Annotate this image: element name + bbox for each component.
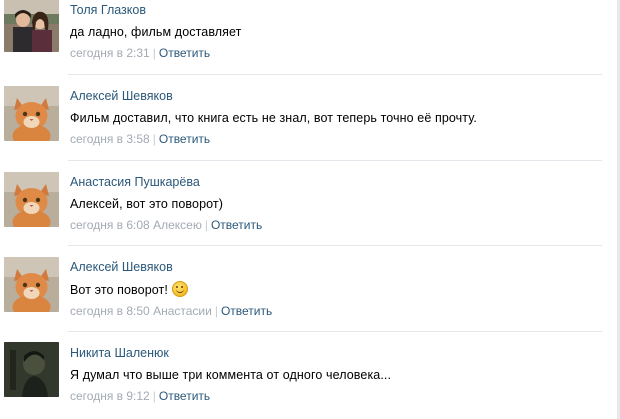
comment-divider bbox=[68, 245, 602, 246]
avatar[interactable] bbox=[4, 257, 59, 312]
comment-text: Алексей, вот это поворот) bbox=[70, 197, 224, 211]
comment-divider bbox=[68, 160, 602, 161]
meta-separator: | bbox=[152, 132, 156, 146]
meta-separator: | bbox=[152, 46, 156, 60]
comment-divider bbox=[68, 331, 602, 332]
comment-text-body: Вот это поворот! bbox=[70, 283, 168, 297]
comment-meta: сегодня в 6:08 Алексею | Ответить bbox=[70, 218, 262, 232]
comment-date[interactable]: сегодня в 9:12 bbox=[70, 389, 150, 403]
comment-text: да ладно, фильм доставляет bbox=[70, 25, 242, 39]
comment-meta: сегодня в 3:58 | Ответить bbox=[70, 132, 210, 146]
cat-photo-avatar bbox=[4, 86, 59, 141]
comment-text: Вот это поворот! bbox=[70, 281, 188, 297]
reply-link[interactable]: Ответить bbox=[159, 132, 210, 146]
comment-text: Фильм доставил, что книга есть не знал, … bbox=[70, 111, 477, 125]
comment-author[interactable]: Никита Шаленюк bbox=[70, 346, 169, 360]
meta-separator: | bbox=[204, 218, 208, 232]
meta-separator: | bbox=[152, 389, 156, 403]
avatar[interactable] bbox=[4, 0, 59, 52]
reply-addressee[interactable]: Анастасии bbox=[153, 304, 212, 318]
reply-link[interactable]: Ответить bbox=[221, 304, 272, 318]
comment-date[interactable]: сегодня в 6:08 bbox=[70, 218, 150, 232]
cat-photo-avatar bbox=[4, 172, 59, 227]
comment-author[interactable]: Алексей Шевяков bbox=[70, 89, 173, 103]
avatar[interactable] bbox=[4, 86, 59, 141]
comment-text: Я думал что выше три коммента от одного … bbox=[70, 368, 392, 382]
comment-meta: сегодня в 8:50 Анастасии | Ответить bbox=[70, 304, 272, 318]
comment-divider bbox=[68, 74, 602, 75]
comment-date[interactable]: сегодня в 3:58 bbox=[70, 132, 150, 146]
reply-link[interactable]: Ответить bbox=[159, 46, 210, 60]
comment-meta: сегодня в 9:12 | Ответить bbox=[70, 389, 210, 403]
couple-photo-avatar bbox=[4, 0, 59, 52]
comment-meta: сегодня в 2:31 | Ответить bbox=[70, 46, 210, 60]
comment-item: Толя Глазков да ладно, фильм доставляет … bbox=[0, 0, 602, 74]
smile-emoji-icon bbox=[171, 281, 188, 297]
dark-portrait-avatar bbox=[4, 342, 59, 397]
comment-date[interactable]: сегодня в 8:50 bbox=[70, 304, 150, 318]
comment-author[interactable]: Анастасия Пушкарёва bbox=[70, 175, 200, 189]
avatar[interactable] bbox=[4, 172, 59, 227]
comment-date[interactable]: сегодня в 2:31 bbox=[70, 46, 150, 60]
comment-author[interactable]: Толя Глазков bbox=[70, 3, 146, 17]
cat-photo-avatar bbox=[4, 257, 59, 312]
reply-addressee[interactable]: Алексею bbox=[153, 218, 202, 232]
comment-item: Алексей Шевяков Вот это поворот! сегодня… bbox=[0, 257, 602, 331]
comment-item: Анастасия Пушкарёва Алексей, вот это пов… bbox=[0, 172, 602, 246]
comment-item: Алексей Шевяков Фильм доставил, что книг… bbox=[0, 86, 602, 160]
reply-link[interactable]: Ответить bbox=[211, 218, 262, 232]
comment-author[interactable]: Алексей Шевяков bbox=[70, 260, 173, 274]
comment-item: Никита Шаленюк Я думал что выше три комм… bbox=[0, 342, 602, 419]
reply-link[interactable]: Ответить bbox=[159, 389, 210, 403]
meta-separator: | bbox=[214, 304, 218, 318]
avatar[interactable] bbox=[4, 342, 59, 397]
